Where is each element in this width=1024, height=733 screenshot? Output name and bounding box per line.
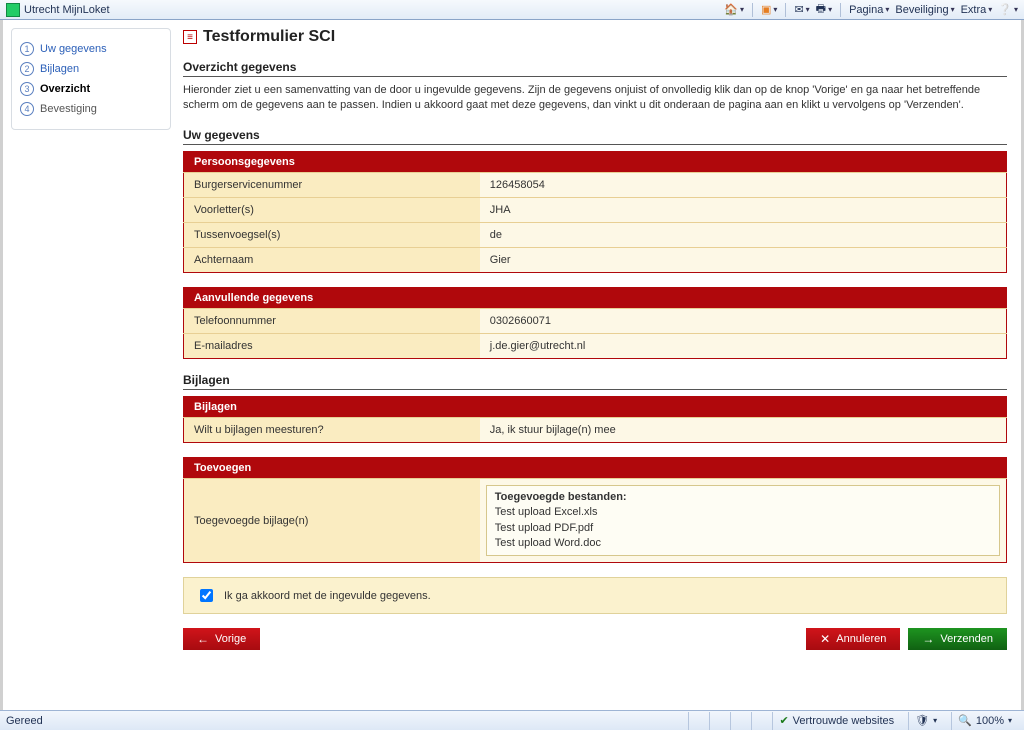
- button-row: ← Vorige ✕ Annuleren → Verzenden: [183, 628, 1007, 650]
- tab-title: Utrecht MijnLoket: [24, 4, 110, 16]
- table-title: Persoonsgegevens: [184, 151, 1007, 172]
- cell-val: de: [480, 222, 1007, 247]
- table-row: Tussenvoegsel(s) de: [184, 222, 1007, 247]
- arrow-right-icon: →: [922, 633, 934, 645]
- cell-key: Toegevoegde bijlage(n): [184, 478, 480, 563]
- cell-key: Voorletter(s): [184, 197, 480, 222]
- cell-key: Achternaam: [184, 247, 480, 272]
- table-title: Bijlagen: [184, 396, 1007, 417]
- intro-text: Hieronder ziet u een samenvatting van de…: [183, 83, 1007, 114]
- trusted-sites[interactable]: ✔ Vertrouwde websites: [772, 712, 900, 730]
- home-icon[interactable]: 🏠▾: [724, 3, 744, 16]
- submit-button[interactable]: → Verzenden: [908, 628, 1007, 650]
- rss-icon[interactable]: ▣▾: [761, 3, 777, 16]
- table-persoonsgegevens: Persoonsgegevens Burgerservicenummer 126…: [183, 151, 1007, 273]
- cell-key: Wilt u bijlagen meesturen?: [184, 417, 480, 442]
- cell-key: Burgerservicenummer: [184, 172, 480, 197]
- step-number-icon: 2: [20, 62, 34, 76]
- table-row: Achternaam Gier: [184, 247, 1007, 272]
- menu-page-label: Pagina: [849, 4, 883, 16]
- file-item: Test upload Word.doc: [495, 536, 991, 551]
- page-title-text: Testformulier SCI: [203, 28, 335, 46]
- trusted-label: Vertrouwde websites: [793, 715, 895, 727]
- cell-key: E-mailadres: [184, 333, 480, 358]
- zoom-control[interactable]: 🔍 100% ▾: [951, 712, 1018, 730]
- cell-val: JHA: [480, 197, 1007, 222]
- step-number-icon: 3: [20, 82, 34, 96]
- arrow-left-icon: ←: [197, 633, 209, 645]
- cell-val: Ja, ik stuur bijlage(n) mee: [480, 417, 1007, 442]
- table-toevoegen: Toevoegen Toegevoegde bijlage(n) Toegevo…: [183, 457, 1007, 564]
- prev-button-label: Vorige: [215, 633, 246, 645]
- sidebar-item-label: Uw gegevens: [40, 43, 107, 55]
- sidebar-item-label: Overzicht: [40, 83, 90, 95]
- sidebar-item-label: Bevestiging: [40, 103, 97, 115]
- table-row: Telefoonnummer 0302660071: [184, 308, 1007, 333]
- section-overview-header: Overzicht gegevens: [183, 60, 1007, 77]
- table-aanvullende: Aanvullende gegevens Telefoonnummer 0302…: [183, 287, 1007, 359]
- file-item: Test upload Excel.xls: [495, 505, 991, 520]
- file-item: Test upload PDF.pdf: [495, 521, 991, 536]
- print-icon[interactable]: 🖶▾: [816, 0, 832, 19]
- files-title: Toegevoegde bestanden:: [495, 490, 991, 505]
- sidebar-item-bijlagen[interactable]: 2 Bijlagen: [20, 59, 162, 79]
- browser-toolbar: Utrecht MijnLoket 🏠▾ ▣▾ ✉▾ 🖶▾ Pagina▾ Be…: [0, 0, 1024, 20]
- cell-val: 126458054: [480, 172, 1007, 197]
- table-title: Toevoegen: [184, 457, 1007, 478]
- table-row: E-mailadres j.de.gier@utrecht.nl: [184, 333, 1007, 358]
- menu-security-label: Beveiliging: [895, 4, 948, 16]
- sidebar-item-overzicht[interactable]: 3 Overzicht: [20, 79, 162, 99]
- table-bijlagen: Bijlagen Wilt u bijlagen meesturen? Ja, …: [183, 396, 1007, 443]
- cancel-button-label: Annuleren: [836, 633, 886, 645]
- statusbar: Gereed ✔ Vertrouwde websites 🛡▾ 🔍 100% ▾: [0, 710, 1024, 730]
- cancel-button[interactable]: ✕ Annuleren: [806, 628, 900, 650]
- mail-icon[interactable]: ✉▾: [794, 3, 809, 16]
- sidebar-item-bevestiging: 4 Bevestiging: [20, 99, 162, 119]
- sidebar-item-uw-gegevens[interactable]: 1 Uw gegevens: [20, 39, 162, 59]
- menu-extra[interactable]: Extra▾: [961, 4, 993, 16]
- help-icon[interactable]: ❔▾: [998, 3, 1018, 16]
- menu-security[interactable]: Beveiliging▾: [895, 4, 954, 16]
- zoom-value: 100%: [976, 715, 1004, 727]
- form-icon: ≡: [183, 30, 197, 44]
- table-title: Aanvullende gegevens: [184, 287, 1007, 308]
- step-number-icon: 1: [20, 42, 34, 56]
- menu-extra-label: Extra: [961, 4, 987, 16]
- content-area: 1 Uw gegevens 2 Bijlagen 3 Overzicht 4 B…: [0, 20, 1024, 710]
- table-row: Toegevoegde bijlage(n) Toegevoegde besta…: [184, 478, 1007, 563]
- section-uwgegevens-header: Uw gegevens: [183, 128, 1007, 145]
- favicon-icon: [6, 3, 20, 17]
- table-row: Wilt u bijlagen meesturen? Ja, ik stuur …: [184, 417, 1007, 442]
- sidebar-item-label: Bijlagen: [40, 63, 79, 75]
- cell-val: 0302660071: [480, 308, 1007, 333]
- cell-key: Tussenvoegsel(s): [184, 222, 480, 247]
- cell-key: Telefoonnummer: [184, 308, 480, 333]
- section-bijlagen-header: Bijlagen: [183, 373, 1007, 390]
- agree-box: Ik ga akkoord met de ingevulde gegevens.: [183, 577, 1007, 614]
- submit-button-label: Verzenden: [940, 633, 993, 645]
- protected-mode-icon[interactable]: 🛡▾: [908, 712, 943, 730]
- close-icon: ✕: [820, 633, 830, 645]
- page-title: ≡ Testformulier SCI: [183, 28, 1007, 46]
- agree-label: Ik ga akkoord met de ingevulde gegevens.: [224, 590, 431, 602]
- files-box: Toegevoegde bestanden: Test upload Excel…: [486, 485, 1000, 557]
- table-row: Voorletter(s) JHA: [184, 197, 1007, 222]
- cell-val: Toegevoegde bestanden: Test upload Excel…: [480, 478, 1007, 563]
- cell-val: j.de.gier@utrecht.nl: [480, 333, 1007, 358]
- sidebar-steps: 1 Uw gegevens 2 Bijlagen 3 Overzicht 4 B…: [11, 28, 171, 130]
- shield-icon: ✔: [779, 714, 788, 727]
- step-number-icon: 4: [20, 102, 34, 116]
- table-row: Burgerservicenummer 126458054: [184, 172, 1007, 197]
- agree-checkbox[interactable]: [200, 589, 213, 602]
- prev-button[interactable]: ← Vorige: [183, 628, 260, 650]
- cell-val: Gier: [480, 247, 1007, 272]
- status-text: Gereed: [6, 715, 43, 727]
- main-content: ≡ Testformulier SCI Overzicht gegevens H…: [183, 28, 1013, 702]
- menu-page[interactable]: Pagina▾: [849, 4, 889, 16]
